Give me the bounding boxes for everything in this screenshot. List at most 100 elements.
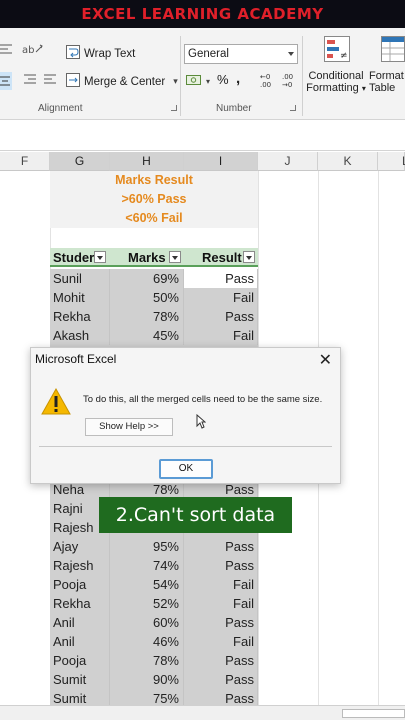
legend-line-1: Marks Result <box>115 173 193 187</box>
column-header-h[interactable]: H <box>110 152 184 171</box>
merge-center-button[interactable]: Merge & Center ▾ <box>66 73 178 90</box>
cell-result[interactable]: Fail <box>184 326 258 345</box>
number-format-dropdown[interactable]: General <box>184 44 298 64</box>
table-row[interactable]: Pooja 54% Fail <box>50 575 258 594</box>
cell-result[interactable]: Pass <box>184 537 258 556</box>
cell-marks[interactable]: 90% <box>110 670 184 689</box>
conditional-formatting-icon-wrap[interactable]: ≠ <box>324 36 350 65</box>
mouse-pointer-icon <box>196 413 207 435</box>
cell-student[interactable]: Mohit <box>50 288 110 307</box>
format-table-icon-wrap[interactable] <box>381 36 405 65</box>
cell-marks[interactable]: 60% <box>110 613 184 632</box>
column-header-g[interactable]: G <box>50 152 110 171</box>
cell-marks[interactable]: 69% <box>110 269 184 288</box>
chevron-down-icon: ▾ <box>206 77 211 86</box>
table-row[interactable]: Mohit 50% Fail <box>50 288 258 307</box>
merge-center-icon <box>66 73 80 90</box>
alignment-launcher-icon[interactable] <box>171 105 177 111</box>
filter-dropdown-icon[interactable] <box>243 251 255 263</box>
decimal-buttons[interactable]: ←0.00.00 →0 <box>260 72 300 91</box>
table-row[interactable]: Sumit 90% Pass <box>50 670 258 689</box>
cell-student[interactable]: Akash <box>50 326 110 345</box>
criteria-legend: Marks Result >60% Pass <60% Fail <box>50 171 258 228</box>
table-row[interactable]: Akash 45% Fail <box>50 326 258 345</box>
cell-result[interactable]: Fail <box>184 575 258 594</box>
horizontal-scrollbar[interactable] <box>342 709 405 718</box>
align-center-button[interactable] <box>0 72 12 90</box>
table-row[interactable]: Sunil 69% Pass <box>50 269 258 288</box>
column-header-f[interactable]: F <box>0 152 50 171</box>
indent-buttons[interactable] <box>22 72 58 87</box>
cell-result[interactable]: Fail <box>184 288 258 307</box>
cell-result[interactable]: Fail <box>184 632 258 651</box>
cell-result[interactable]: Pass <box>184 651 258 670</box>
filter-dropdown-icon[interactable] <box>94 251 106 263</box>
header-student: Studer <box>53 250 95 265</box>
cell-result[interactable]: Pass <box>184 307 258 326</box>
gridline <box>378 171 379 705</box>
cell-student[interactable]: Ajay <box>50 537 110 556</box>
cell-student[interactable]: Anil <box>50 613 110 632</box>
cell-marks[interactable]: 50% <box>110 288 184 307</box>
show-help-button[interactable]: Show Help >> <box>85 418 173 436</box>
table-row[interactable]: Rajesh 74% Pass <box>50 556 258 575</box>
cell-marks[interactable]: 95% <box>110 537 184 556</box>
cell-student[interactable]: Sumit <box>50 689 110 705</box>
conditional-formatting-line2: Formatting <box>306 82 359 94</box>
cell-result[interactable]: Pass <box>184 670 258 689</box>
cell-result[interactable]: Pass <box>184 556 258 575</box>
align-left-button[interactable] <box>0 42 12 57</box>
table-row[interactable]: Rekha 78% Pass <box>50 307 258 326</box>
cell-marks[interactable]: 78% <box>110 651 184 670</box>
align-lines-icon <box>0 42 12 57</box>
filter-dropdown-icon[interactable] <box>169 251 181 263</box>
number-launcher-icon[interactable] <box>290 105 296 111</box>
table-row[interactable]: Anil 46% Fail <box>50 632 258 651</box>
legend-line-2: >60% Pass <box>121 192 187 206</box>
close-icon[interactable]: ✕ <box>319 350 332 370</box>
cell-marks[interactable]: 78% <box>110 307 184 326</box>
table-row[interactable]: Rekha 52% Fail <box>50 594 258 613</box>
cell-student[interactable]: Sumit <box>50 670 110 689</box>
cell-marks[interactable]: 75% <box>110 689 184 705</box>
cell-student[interactable]: Rekha <box>50 307 110 326</box>
table-row[interactable]: Anil 60% Pass <box>50 613 258 632</box>
cell-marks[interactable]: 52% <box>110 594 184 613</box>
table-row[interactable]: Ajay 95% Pass <box>50 537 258 556</box>
chevron-down-icon[interactable]: ▾ <box>173 76 178 87</box>
column-header-j[interactable]: J <box>258 152 318 171</box>
currency-button[interactable]: ▾ <box>186 73 210 90</box>
cell-result-active[interactable]: Pass <box>184 269 258 288</box>
table-row[interactable]: Pooja 78% Pass <box>50 651 258 670</box>
cell-marks[interactable]: 74% <box>110 556 184 575</box>
wrap-text-button[interactable]: Wrap Text <box>66 45 135 62</box>
column-header-k[interactable]: K <box>318 152 378 171</box>
cell-student[interactable]: Sunil <box>50 269 110 288</box>
format-as-table-button[interactable]: Format Table <box>369 70 405 94</box>
cell-student[interactable]: Anil <box>50 632 110 651</box>
cell-marks[interactable]: 54% <box>110 575 184 594</box>
cell-marks[interactable]: 46% <box>110 632 184 651</box>
column-header-i[interactable]: I <box>184 152 258 171</box>
ok-button[interactable]: OK <box>159 459 213 479</box>
cell-student[interactable]: Pooja <box>50 651 110 670</box>
group-separator <box>302 36 303 116</box>
table-row[interactable]: Sumit 75% Pass <box>50 689 258 705</box>
comma-button[interactable]: , <box>236 70 240 87</box>
cell-result[interactable]: Fail <box>184 594 258 613</box>
conditional-formatting-button[interactable]: Conditional Formatting ▾ <box>306 70 366 94</box>
percent-button[interactable]: % <box>217 72 229 87</box>
orientation-button[interactable]: ab <box>22 42 44 59</box>
cell-result[interactable]: Pass <box>184 689 258 705</box>
cell-result[interactable]: Pass <box>184 613 258 632</box>
legend-line-3: <60% Fail <box>125 211 183 225</box>
cell-marks[interactable]: 45% <box>110 326 184 345</box>
formula-bar[interactable] <box>0 121 405 151</box>
cell-student[interactable]: Pooja <box>50 575 110 594</box>
dialog-message: To do this, all the merged cells need to… <box>83 394 323 405</box>
cell-student[interactable]: Rajesh <box>50 556 110 575</box>
column-header-l[interactable]: L <box>378 152 405 171</box>
format-table-line2: Table <box>369 82 396 94</box>
format-table-line1: Format <box>369 70 404 82</box>
cell-student[interactable]: Rekha <box>50 594 110 613</box>
